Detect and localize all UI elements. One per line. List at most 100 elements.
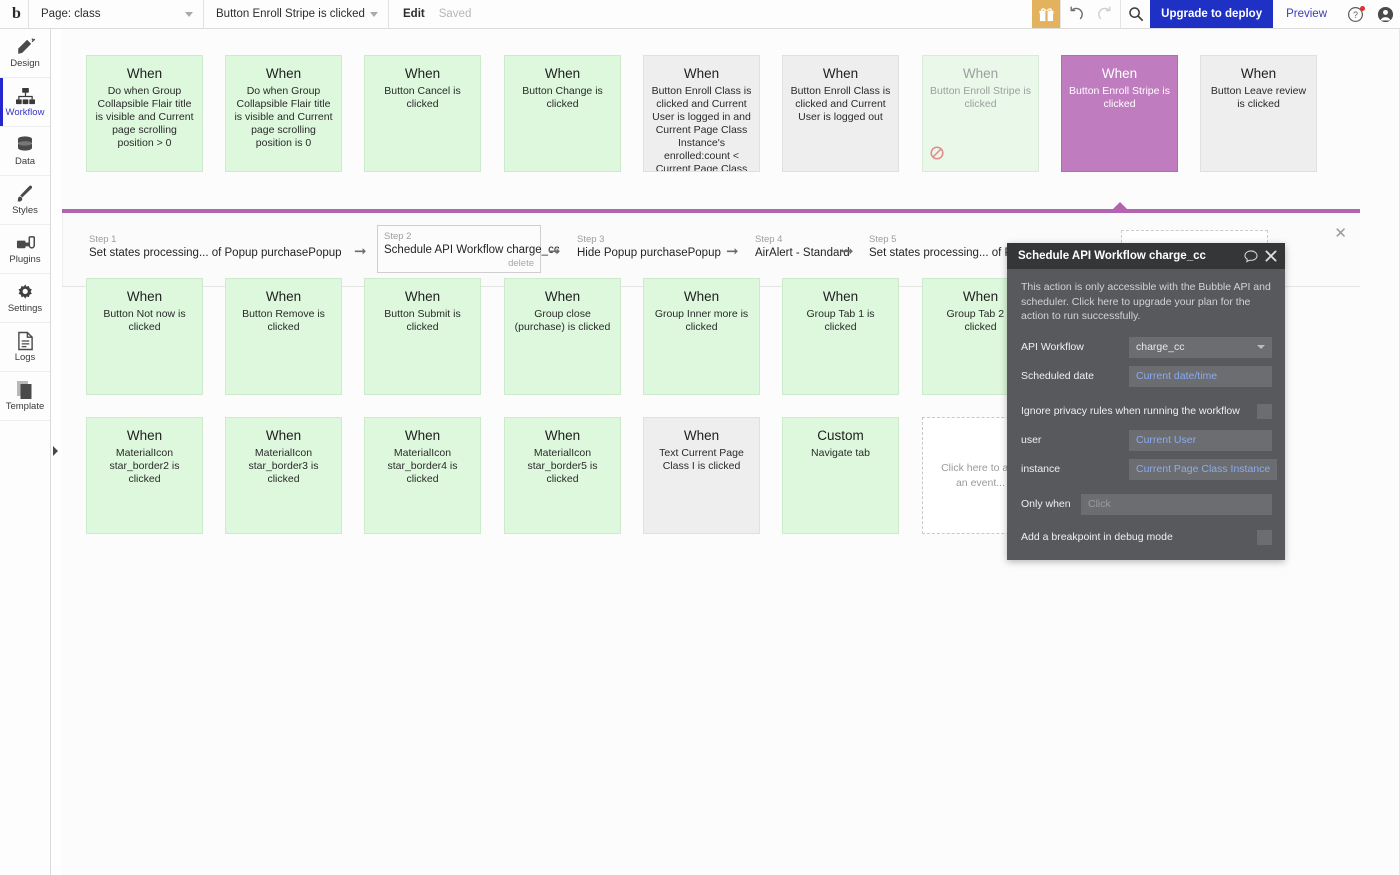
close-icon[interactable] [1265,250,1277,262]
ignore-privacy-checkbox[interactable] [1257,403,1272,419]
field-row-instance: instance Current Page Class Instance [1021,458,1278,480]
breakpoint-checkbox[interactable] [1257,529,1272,545]
field-label: user [1021,434,1042,446]
event-card[interactable]: When Button Not now is clicked [86,278,203,395]
event-card-kind: When [265,66,302,81]
event-card[interactable]: When Button Change is clicked [504,55,621,172]
sidebar-item-workflow[interactable]: Workflow [0,78,50,127]
event-card[interactable]: When MaterialIcon star_border4 is clicke… [364,417,481,534]
event-card-desc: Do when Group Collapsible Flair title is… [95,85,194,149]
event-card[interactable]: When Button Cancel is clicked [364,55,481,172]
undo-icon[interactable] [1060,0,1090,28]
event-card[interactable]: When Group close (purchase) is clicked [504,278,621,395]
event-card-desc: MaterialIcon star_border2 is clicked [109,447,180,485]
field-value: Current User [1136,434,1197,446]
help-icon[interactable]: ? [1340,0,1370,28]
event-card[interactable]: When Group Inner more is clicked [643,278,760,395]
upgrade-to-deploy-button[interactable]: Upgrade to deploy [1150,0,1274,28]
page-selector-label: Page: class [41,8,101,20]
sidebar-item-design[interactable]: Design [0,29,50,78]
event-card[interactable]: When MaterialIcon star_border5 is clicke… [504,417,621,534]
sidebar-item-data[interactable]: Data [0,127,50,176]
comment-icon[interactable] [1244,249,1258,263]
event-card-kind: When [544,289,581,304]
step-item[interactable]: Step 3 Hide Popup purchasePopup [571,229,727,264]
svg-text:?: ? [1353,9,1358,19]
styles-icon [15,184,36,204]
event-card-desc: Text Current Page Class I is clicked [659,447,744,472]
event-card-disabled[interactable]: When Button Enroll Stripe is clicked [922,55,1039,172]
event-card-desc: Navigate tab [811,447,870,459]
event-card[interactable]: When MaterialIcon star_border3 is clicke… [225,417,342,534]
step-name: AirAlert - Standard [755,247,850,259]
gift-icon[interactable] [1032,0,1061,28]
expand-arrow-icon[interactable] [50,444,60,458]
page-selector[interactable]: Page: class [28,0,203,28]
event-card-desc: Button Cancel is clicked [384,85,461,110]
avatar-icon[interactable] [1370,0,1400,28]
property-editor-header: Schedule API Workflow charge_cc [1007,243,1285,269]
event-card-selected[interactable]: When Button Enroll Stripe is clicked [1061,55,1178,172]
api-workflow-dropdown[interactable]: charge_cc [1129,336,1272,358]
step-item[interactable]: Step 4 AirAlert - Standard [749,229,856,264]
step-delete-link[interactable]: delete [384,258,534,270]
sidebar-item-styles[interactable]: Styles [0,176,50,225]
search-icon[interactable] [1120,0,1150,28]
event-card[interactable]: When Button Enroll Class is clicked and … [643,55,760,172]
field-row-only-when: Only when Click [1021,493,1272,515]
field-row-scheduled-date: Scheduled date Current date/time [1021,365,1272,387]
arrow-right-icon: ➞ [726,243,739,260]
instance-field[interactable]: Current Page Class Instance [1129,458,1278,480]
design-icon [15,37,36,57]
sidebar-item-template[interactable]: Template [0,372,50,421]
event-card-kind: When [126,289,163,304]
event-card[interactable]: When Group Tab 1 is clicked [782,278,899,395]
event-card[interactable]: When Button Leave review is clicked [1200,55,1317,172]
property-editor-body: This action is only accessible with the … [1007,269,1285,560]
arrow-right-icon: ➞ [548,243,561,260]
field-label: Scheduled date [1021,370,1094,382]
event-card[interactable]: When Button Submit is clicked [364,278,481,395]
step-item-selected[interactable]: Step 2 Schedule API Workflow charge_cc d… [377,225,560,273]
redo-icon[interactable] [1090,0,1120,28]
event-card-desc: Button Leave review is clicked [1210,85,1307,110]
event-card[interactable]: When MaterialIcon star_border2 is clicke… [86,417,203,534]
event-card[interactable]: When Text Current Page Class I is clicke… [643,417,760,534]
sidebar-item-plugins[interactable]: Plugins [0,225,50,274]
event-card[interactable]: When Do when Group Collapsible Flair tit… [225,55,342,172]
event-card-kind: When [822,66,859,81]
custom-event-card[interactable]: Custom Navigate tab [782,417,899,534]
bubble-logo[interactable]: b [0,0,28,28]
field-label: instance [1021,463,1061,475]
event-card[interactable]: When Button Enroll Class is clicked and … [782,55,899,172]
gear-icon [15,282,35,302]
event-card-kind: When [544,66,581,81]
scheduled-date-field[interactable]: Current date/time [1129,365,1272,387]
event-card-kind: When [544,428,581,443]
sidebar-item-settings[interactable]: Settings [0,274,50,323]
event-card-desc: Group Inner more is clicked [654,308,749,333]
preview-link[interactable]: Preview [1273,0,1340,28]
edit-label[interactable]: Edit [403,8,425,20]
step-item[interactable]: Step 1 Set states processing... of Popup… [83,229,348,264]
event-card-desc: Button Remove is clicked [242,308,325,333]
sidebar-item-logs[interactable]: Logs [0,323,50,372]
step-name: Hide Popup purchasePopup [577,247,721,259]
only-when-field[interactable]: Click [1081,493,1272,515]
event-card-desc: Group Tab 1 is clicked [806,308,875,333]
user-field[interactable]: Current User [1129,429,1272,451]
event-card-kind: When [265,428,302,443]
sidebar-item-label: Data [14,156,36,167]
event-card-desc: Button Not now is clicked [103,308,186,333]
close-icon[interactable]: ✕ [1334,224,1347,242]
field-placeholder: Click [1088,498,1111,510]
field-value: charge_cc [1136,341,1185,353]
event-card[interactable]: When Do when Group Collapsible Flair tit… [86,55,203,172]
data-icon [15,135,35,155]
arrow-right-icon: ➞ [354,243,367,260]
step-name: Schedule API Workflow charge_cc [384,244,560,256]
sidebar-item-label: Logs [14,352,36,363]
event-selector[interactable]: Button Enroll Stripe is clicked [203,0,388,28]
event-card[interactable]: When Button Remove is clicked [225,278,342,395]
